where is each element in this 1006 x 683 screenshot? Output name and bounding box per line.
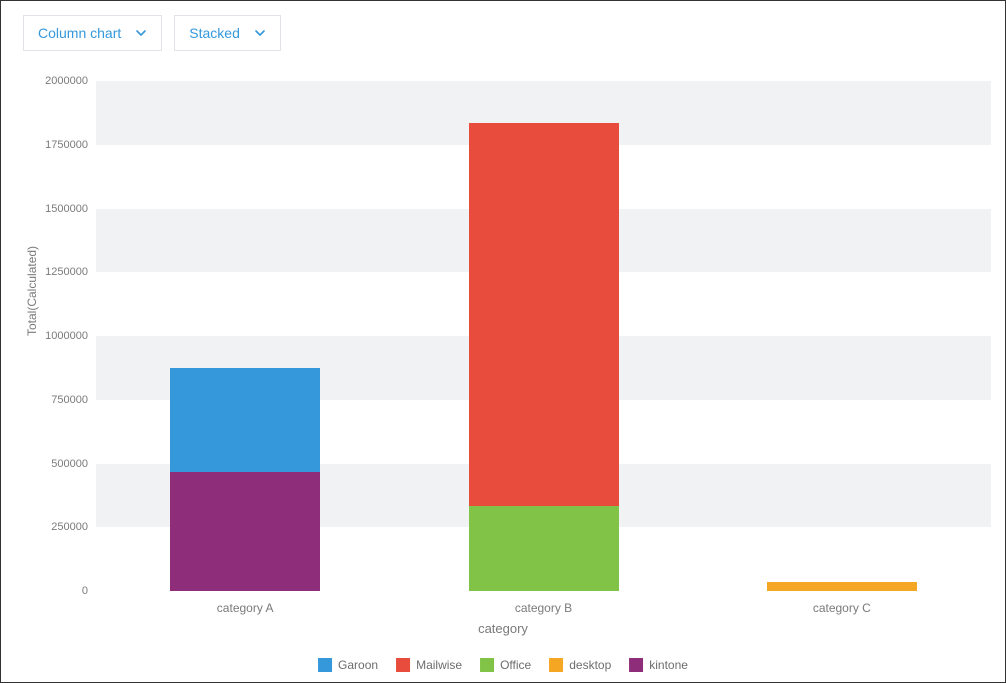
x-axis-title: category	[478, 621, 528, 636]
chart-toolbar: Column chart Stacked	[23, 15, 281, 51]
legend-item[interactable]: Garoon	[318, 658, 378, 672]
legend-label: Mailwise	[416, 658, 462, 672]
y-tick-label: 1000000	[45, 330, 88, 342]
bar-segment[interactable]	[469, 123, 619, 506]
stacking-dropdown[interactable]: Stacked	[174, 15, 281, 51]
x-tick-label: category C	[813, 601, 871, 615]
y-tick-label: 1500000	[45, 203, 88, 215]
legend-label: Garoon	[338, 658, 378, 672]
y-tick-label: 750000	[51, 394, 88, 406]
legend-swatch	[318, 658, 332, 672]
legend-item[interactable]: Office	[480, 658, 531, 672]
bar-segment[interactable]	[170, 368, 320, 473]
legend-swatch	[480, 658, 494, 672]
bar-column: category A	[170, 81, 320, 591]
stacking-label: Stacked	[189, 25, 240, 41]
y-axis-title: Total(Calculated)	[25, 246, 39, 336]
bar-column: category C	[767, 81, 917, 591]
y-tick-label: 250000	[51, 521, 88, 533]
bar-segment[interactable]	[767, 582, 917, 591]
bar-segment[interactable]	[170, 472, 320, 591]
plot-area: category Acategory Bcategory C 025000050…	[96, 81, 991, 591]
x-tick-label: category A	[217, 601, 274, 615]
legend-swatch	[396, 658, 410, 672]
chart-type-label: Column chart	[38, 25, 121, 41]
chevron-down-icon	[135, 27, 147, 39]
y-tick-label: 0	[82, 585, 88, 597]
chart-legend: Garoon Mailwise Office desktop kintone	[318, 658, 688, 672]
legend-swatch	[549, 658, 563, 672]
y-tick-label: 1750000	[45, 139, 88, 151]
x-tick-label: category B	[515, 601, 572, 615]
legend-item[interactable]: desktop	[549, 658, 611, 672]
chevron-down-icon	[254, 27, 266, 39]
chart-type-dropdown[interactable]: Column chart	[23, 15, 162, 51]
chart-frame: Column chart Stacked Total(Calculated) c…	[0, 0, 1006, 683]
legend-label: kintone	[649, 658, 688, 672]
bar-segment[interactable]	[469, 506, 619, 591]
legend-label: desktop	[569, 658, 611, 672]
y-tick-label: 1250000	[45, 266, 88, 278]
y-tick-label: 2000000	[45, 75, 88, 87]
bar-column: category B	[469, 81, 619, 591]
legend-label: Office	[500, 658, 531, 672]
bars-layer: category A category B category C	[96, 81, 991, 591]
legend-item[interactable]: Mailwise	[396, 658, 462, 672]
y-tick-label: 500000	[51, 458, 88, 470]
legend-item[interactable]: kintone	[629, 658, 688, 672]
legend-swatch	[629, 658, 643, 672]
